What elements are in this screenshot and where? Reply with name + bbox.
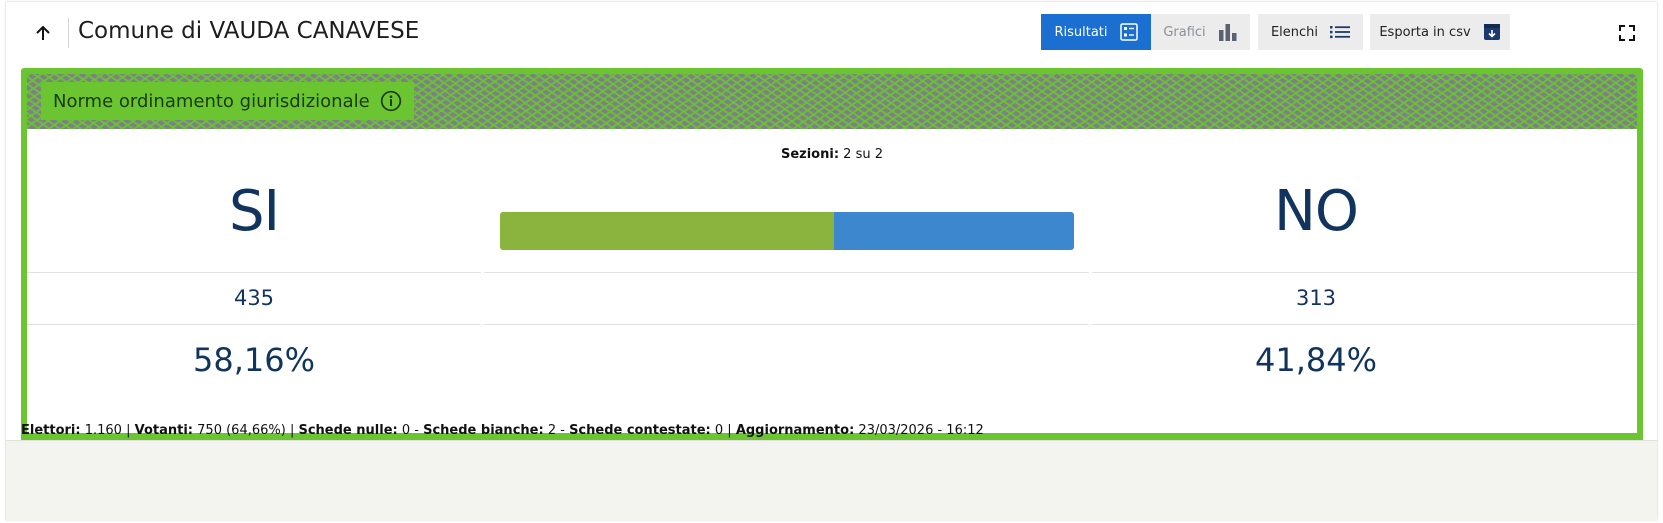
bar-no-segment [833,212,1074,250]
nulle-label: Schede nulle: [298,422,398,438]
result-bar [500,212,1074,250]
risultati-label: Risultati [1054,24,1108,40]
esporta-csv-button[interactable]: Esporta in csv [1370,14,1510,50]
bianche-value: 2 [547,422,557,438]
divider [27,272,481,273]
no-label: NO [1274,179,1359,244]
question-title: Norme ordinamento giurisdizionale [41,82,414,120]
fullscreen-button[interactable] [1617,23,1637,43]
header-divider [68,18,69,48]
elenchi-label: Elenchi [1270,24,1319,40]
si-votes: 435 [233,286,275,310]
fullscreen-icon [1619,25,1635,41]
bar-si-segment [500,212,834,250]
bianche-label: Schede bianche: [423,422,544,438]
archive-download-icon [1483,24,1500,40]
no-percent: 41,84% [1254,341,1377,379]
aggiornamento-label: Aggiornamento: [735,422,855,438]
question-label-text: Norme ordinamento giurisdizionale [53,90,370,112]
si-label: SI [228,179,280,244]
divider [27,324,481,325]
no-votes: 313 [1295,286,1337,310]
grafici-label: Grafici [1163,24,1206,40]
nulle-value: 0 [401,422,411,438]
divider [484,272,1089,273]
card-pattern-header: Norme ordinamento giurisdizionale [27,74,1637,129]
list-icon [1330,26,1351,39]
bottom-area [6,440,1657,521]
sezioni-count: Sezioni: 2 su 2 [27,147,1637,162]
divider [1092,272,1637,273]
si-percent: 58,16% [192,341,315,379]
elettori-value: 1.160 [84,422,122,438]
divider [1092,324,1637,325]
sezioni-value: 2 su 2 [843,147,883,162]
list-detail-icon [1119,23,1138,41]
risultati-button[interactable]: Risultati [1041,14,1151,50]
elenchi-button[interactable]: Elenchi [1258,14,1363,50]
back-button[interactable] [26,16,60,50]
referendum-card: Norme ordinamento giurisdizionale Sezion… [21,68,1643,462]
grafici-button[interactable]: Grafici [1151,14,1250,50]
aggiornamento-value: 23/03/2026 - 16:12 [858,422,984,438]
results-body: Sezioni: 2 su 2 SI NO 435 313 58,16% 41,… [27,129,1637,433]
panel-header: Comune di VAUDA CANAVESE Risultati Grafi… [6,2,1657,62]
divider [484,324,1089,325]
page-title: Comune di VAUDA CANAVESE [78,18,420,44]
arrow-up-icon [36,25,50,40]
sezioni-label: Sezioni: [780,147,840,162]
info-circle-icon[interactable] [380,90,402,112]
elettori-label: Elettori: [21,422,81,438]
bar-chart-icon [1218,24,1237,41]
votanti-label: Votanti: [134,422,194,438]
contestate-value: 0 [714,422,724,438]
results-panel: Comune di VAUDA CANAVESE Risultati Grafi… [6,2,1657,521]
esporta-label: Esporta in csv [1379,24,1471,40]
contestate-label: Schede contestate: [569,422,711,438]
votanti-value: 750 (64,66%) [197,422,286,438]
